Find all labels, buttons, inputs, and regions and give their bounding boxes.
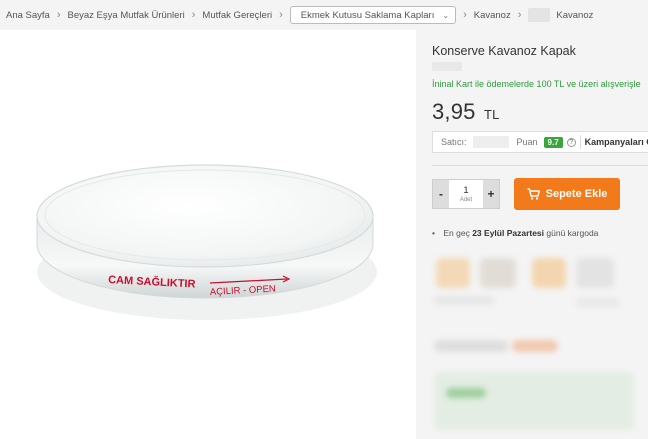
breadcrumb-category[interactable]: Beyaz Eşya Mutfak Ürünleri [68,10,185,21]
quantity-unit: Adet [459,197,473,203]
divider [579,135,581,149]
cart-icon [527,188,540,200]
chevron-right-icon: › [56,9,61,21]
help-icon[interactable]: ? [566,137,576,147]
quantity-increase-button[interactable]: + [483,180,499,208]
breadcrumb: Ana Sayfa › Beyaz Eşya Mutfak Ürünleri ›… [0,0,648,30]
chevron-right-icon: › [517,9,522,21]
product-image: CAM SAĞLIKTIR AÇILIR - OPEN [36,164,377,320]
chevron-down-icon: ⌄ [442,10,450,20]
quantity-decrease-button[interactable]: - [433,180,449,208]
add-to-cart-label: Sepete Ekle [545,188,608,200]
breadcrumb-dropdown-label: Ekmek Kutusu Saklama Kapları [300,9,435,21]
quantity-input[interactable]: 1 Adet [449,180,483,208]
chevron-right-icon: › [463,9,467,21]
purchase-row: - 1 Adet + Sepete Ekle [432,178,648,210]
section-divider [432,165,648,166]
bullet-icon: • [432,228,435,238]
shipping-prefix: En geç [443,228,470,238]
seller-score-badge: 9.7 [543,136,563,148]
product-info-panel: Konserve Kavanoz Kapak İninal Kart ile ö… [416,30,648,439]
shipping-date: 23 Eylül Pazartesi [472,228,545,238]
campaigns-link[interactable]: Kampanyaları G [585,137,648,147]
breadcrumb-subcategory[interactable]: Mutfak Gereçleri [202,10,272,21]
brand-blurred [432,62,462,71]
score-label: Puan [516,137,538,147]
shipping-info: • En geç 23 Eylül Pazartesi günü kargoda [432,228,648,238]
chevron-right-icon: › [279,9,283,21]
breadcrumb-kavanoz[interactable]: Kavanoz [474,10,511,21]
quantity-stepper: - 1 Adet + [432,179,500,209]
add-to-cart-button[interactable]: Sepete Ekle [514,178,620,210]
product-title: Konserve Kavanoz Kapak [432,44,576,58]
breadcrumb-blurred-brand [528,8,551,22]
blurred-content-area [416,246,648,439]
price-value: 3,95 [432,99,476,124]
seller-info-row: Satıcı: Puan 9.7 ? Kampanyaları G [432,131,648,153]
breadcrumb-kavanoz-current[interactable]: Kavanoz [556,10,593,21]
promo-text[interactable]: İninal Kart ile ödemelerde 100 TL ve üze… [432,79,648,89]
product-price: 3,95 TL [432,99,648,125]
product-image-panel[interactable]: CAM SAĞLIKTIR AÇILIR - OPEN [0,30,416,439]
quantity-value: 1 [463,185,469,196]
shipping-suffix: günü kargoda [546,228,599,238]
seller-label: Satıcı: [441,137,467,147]
seller-name-blurred[interactable] [472,136,509,148]
breadcrumb-home[interactable]: Ana Sayfa [6,10,50,21]
breadcrumb-category-dropdown[interactable]: Ekmek Kutusu Saklama Kapları ⌄ [289,6,457,24]
price-currency: TL [483,107,500,122]
chevron-right-icon: › [191,9,196,21]
